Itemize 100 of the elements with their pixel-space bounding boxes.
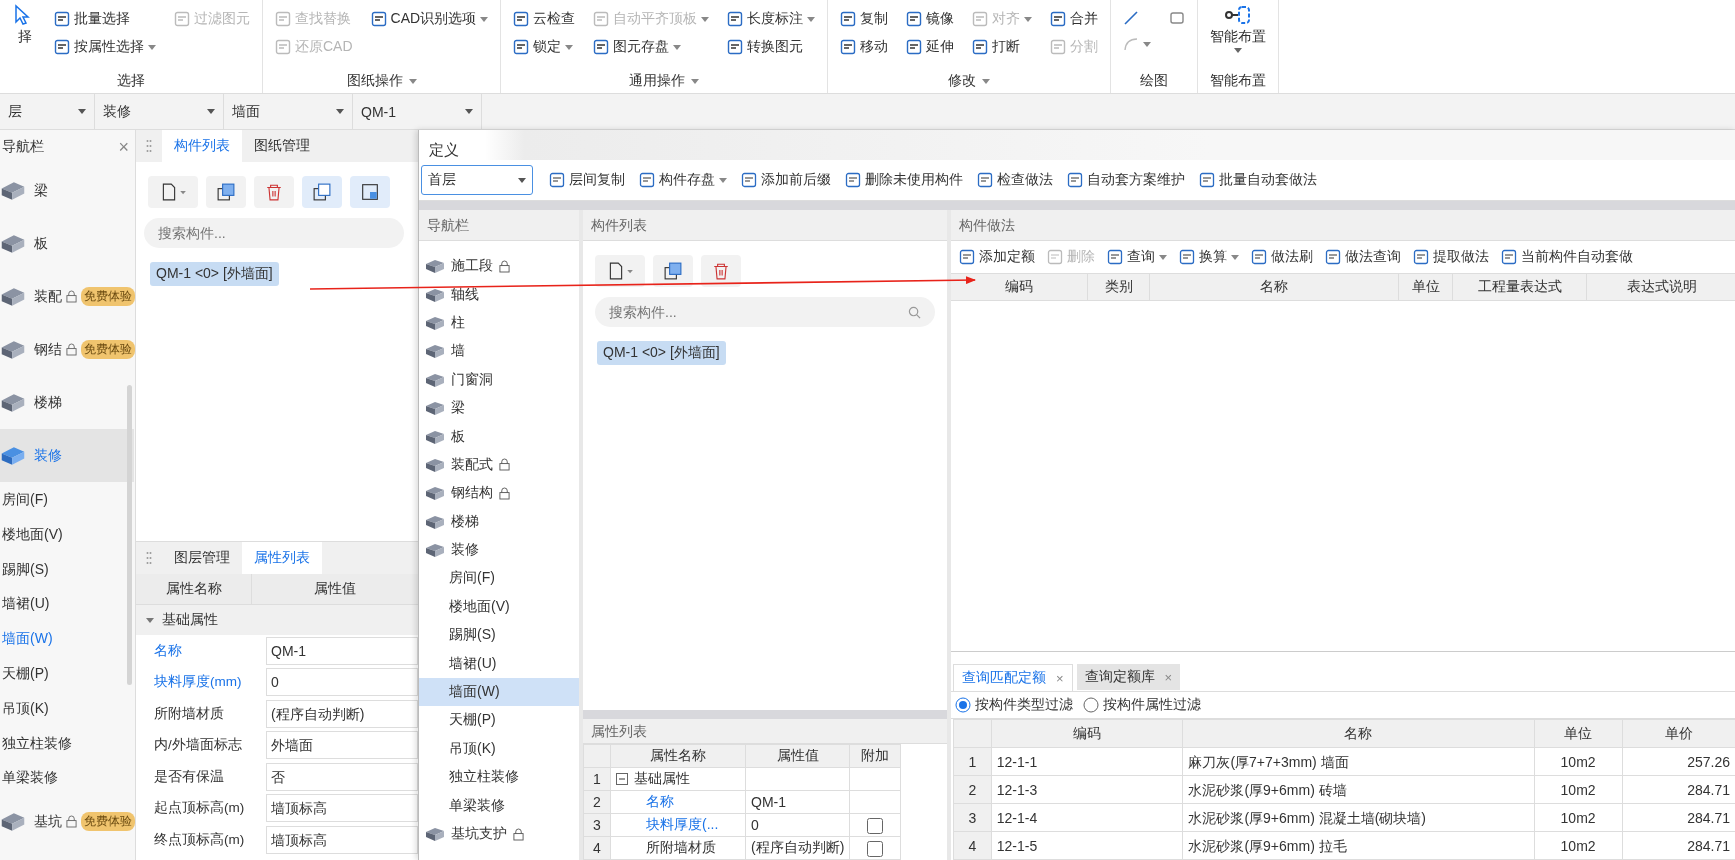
save-button[interactable] <box>350 176 390 208</box>
radio-button[interactable] <box>1083 697 1099 713</box>
nav-item[interactable]: 钢结构 <box>419 479 579 508</box>
toolbar-button[interactable]: 自动套方案维护 <box>1065 169 1187 191</box>
search-field[interactable]: 搜索构件... <box>595 297 935 327</box>
toolbar-button[interactable]: 做法查询 <box>1323 246 1403 268</box>
toolbar-button[interactable]: 删除未使用构件 <box>843 169 965 191</box>
property-value-field[interactable]: 0 <box>266 668 418 697</box>
radio-button[interactable] <box>955 697 971 713</box>
toolbar-button[interactable]: 批量自动套做法 <box>1197 169 1319 191</box>
toolbar-button[interactable]: 做法刷 <box>1249 246 1315 268</box>
property-value-field[interactable]: 外墙面 <box>266 731 418 760</box>
nav-item[interactable]: 楼地面(V) <box>0 516 135 552</box>
nav-item[interactable]: 墙面(W) <box>419 677 579 707</box>
nav-item[interactable]: 独立柱装修 <box>419 763 579 792</box>
ribbon-button[interactable]: 锁定 <box>511 36 578 58</box>
delete-button[interactable] <box>701 255 741 287</box>
nav-item[interactable]: 施工段 <box>419 252 579 281</box>
collapse-icon[interactable] <box>616 773 628 785</box>
tab[interactable]: 图纸管理 <box>242 130 322 162</box>
nav-item[interactable]: 墙面(W) <box>0 621 135 656</box>
nav-item[interactable]: 钢结 免费体验 <box>0 323 134 376</box>
toolbar-button[interactable]: 添加定额 <box>957 246 1037 268</box>
group-label[interactable]: 智能布置 <box>1210 72 1267 90</box>
ribbon-button[interactable]: 按属性选择 <box>52 36 158 58</box>
nav-item[interactable]: 基坑 免费体验 <box>0 795 134 849</box>
search-field[interactable]: 搜索构件... <box>144 218 404 248</box>
nav-item[interactable]: 柱 <box>419 308 579 338</box>
property-value-field[interactable]: 否 <box>266 762 418 791</box>
ribbon-button[interactable]: 延伸 <box>904 36 957 58</box>
ribbon-button[interactable]: 图元存盘 <box>591 36 712 58</box>
ribbon-button[interactable]: 打断 <box>970 36 1035 58</box>
nav-item[interactable]: 房间(F) <box>0 482 135 517</box>
ribbon-button[interactable]: CAD识别选项 <box>368 8 491 30</box>
toolbar-button[interactable]: 构件存盘 <box>637 169 729 191</box>
ribbon-large-button[interactable]: 择 <box>10 4 40 48</box>
radio-option[interactable]: 按构件类型过滤 <box>955 696 1073 714</box>
new-button[interactable] <box>148 176 198 208</box>
toolbar-button[interactable]: 查询 <box>1105 246 1169 268</box>
nav-item[interactable]: 楼地面(V) <box>419 592 579 622</box>
ribbon-button[interactable]: 复制 <box>838 8 891 30</box>
ribbon-button[interactable]: 云检查 <box>511 8 578 30</box>
ribbon-button[interactable]: 合并 <box>1048 8 1101 30</box>
nav-item[interactable]: 楼梯 <box>0 376 134 429</box>
ribbon-large-button[interactable]: 智能布置 <box>1208 4 1269 55</box>
property-value-field[interactable]: 墙顶标高 <box>266 794 418 823</box>
group-label[interactable]: 图纸操作 <box>346 72 417 90</box>
nav-item[interactable]: 梁 <box>419 393 579 423</box>
property-value-field[interactable]: (程序自动判断) <box>266 699 418 728</box>
ribbon-button[interactable]: 移动 <box>838 36 891 58</box>
group-label[interactable]: 通用操作 <box>629 72 700 90</box>
component-item[interactable]: QM-1 <0> [外墙面] <box>597 341 726 365</box>
nav-item[interactable]: 装配式 <box>419 450 579 480</box>
nav-item[interactable]: 门窗洞 <box>419 365 579 394</box>
toolbar-button[interactable]: 添加前后缀 <box>739 169 833 191</box>
nav-item[interactable]: 天棚(P) <box>0 656 135 691</box>
delete-button[interactable] <box>254 176 294 208</box>
copy-button[interactable] <box>206 176 246 208</box>
close-button[interactable]: × <box>1056 670 1064 686</box>
dropdown[interactable]: QM-1 <box>353 94 482 129</box>
group-row[interactable]: 基础属性 <box>136 605 418 635</box>
nav-item[interactable]: 吊顶(K) <box>0 690 135 726</box>
grip-icon[interactable] <box>146 139 152 153</box>
property-value-field[interactable]: QM-1 <box>266 636 418 665</box>
tab[interactable]: 属性列表 <box>242 542 322 574</box>
nav-item[interactable]: 装修 <box>0 429 134 482</box>
ribbon-button[interactable]: 长度标注 <box>725 8 818 30</box>
nav-item[interactable]: 踢脚(S) <box>419 621 579 650</box>
nav-item[interactable]: 独立柱装修 <box>0 725 135 761</box>
ribbon-button[interactable]: 镜像 <box>904 8 957 30</box>
grip-icon[interactable] <box>146 551 152 565</box>
nav-item[interactable]: 装配 免费体验 <box>0 270 134 323</box>
nav-item[interactable]: 天棚(P) <box>419 706 579 735</box>
dropdown[interactable]: 层 <box>0 94 95 129</box>
toolbar-button[interactable]: 提取做法 <box>1411 246 1491 268</box>
tab[interactable]: 构件列表 <box>162 130 242 162</box>
toolbar-button[interactable]: 检查做法 <box>975 169 1055 191</box>
nav-item[interactable]: 板 <box>0 217 134 270</box>
toolbar-button[interactable]: 当前构件自动套做 <box>1499 246 1635 268</box>
nav-item[interactable]: 墙裙(U) <box>419 649 579 678</box>
nav-item[interactable]: 吊顶(K) <box>419 734 579 764</box>
nav-item[interactable]: 墙裙(U) <box>0 586 135 622</box>
tab[interactable]: 图层管理 <box>162 542 242 574</box>
group-label[interactable]: 修改 <box>948 72 991 90</box>
tab[interactable]: 查询定额库 × <box>1076 664 1181 690</box>
nav-item[interactable]: 房间(F) <box>419 564 579 593</box>
new-button[interactable] <box>595 255 645 287</box>
toolbar-button[interactable]: 层间复制 <box>547 169 627 191</box>
copy-button[interactable] <box>653 255 693 287</box>
tab[interactable]: 查询匹配定额 × <box>953 664 1073 691</box>
floor-dropdown[interactable]: 首层 <box>421 165 533 195</box>
nav-item[interactable]: 踢脚(S) <box>0 551 135 587</box>
group-label[interactable]: 绘图 <box>1140 72 1169 90</box>
nav-item[interactable]: 墙 <box>419 337 579 366</box>
nav-item[interactable]: 楼梯 <box>419 507 579 536</box>
dropdown[interactable]: 装修 <box>95 94 224 129</box>
nav-item[interactable]: 梁 <box>0 164 134 217</box>
nav-item[interactable]: 装修 <box>419 535 579 565</box>
nav-item[interactable]: 单梁装修 <box>0 760 135 796</box>
nav-item[interactable]: 板 <box>419 422 579 451</box>
